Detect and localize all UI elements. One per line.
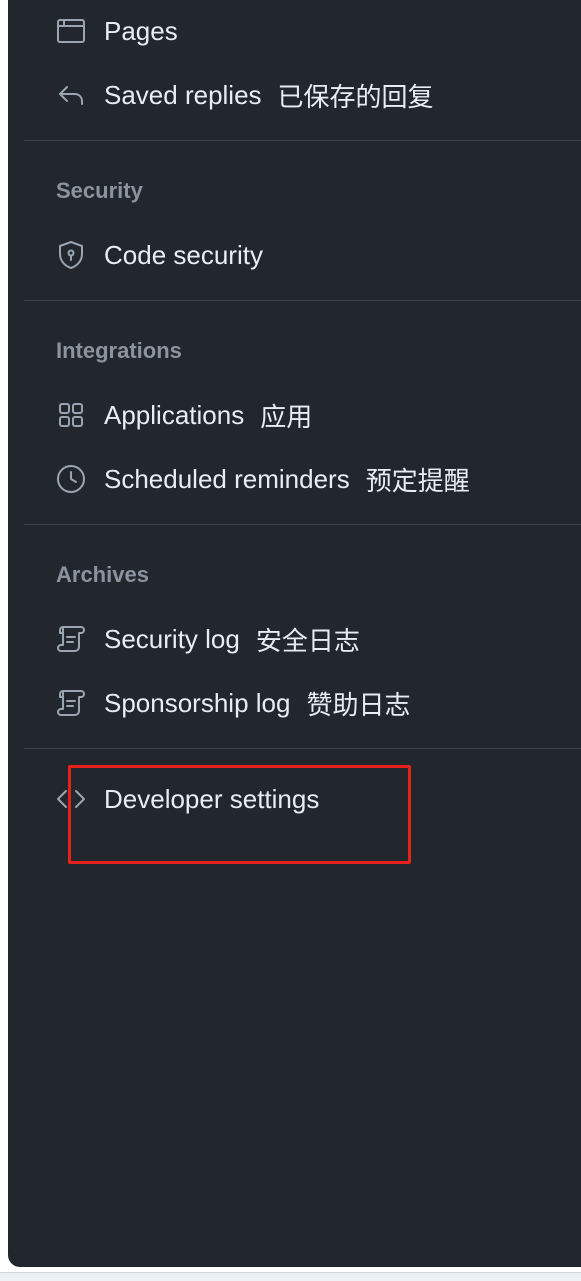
apps-icon xyxy=(54,398,88,432)
sidebar-item-label: Applications xyxy=(104,399,245,430)
divider xyxy=(24,300,581,301)
divider xyxy=(24,524,581,525)
settings-sidebar: Pages Saved replies 已保存的回复 Security Code… xyxy=(8,0,581,1267)
sidebar-item-code-security[interactable]: Code security xyxy=(54,235,263,275)
divider xyxy=(24,140,581,141)
sidebar-item-security-log[interactable]: Security log 安全日志 xyxy=(54,619,360,659)
sidebar-item-saved-replies[interactable]: Saved replies 已保存的回复 xyxy=(54,75,434,115)
sidebar-item-translation: 赞助日志 xyxy=(306,690,411,721)
sidebar-item-label: Sponsorship log xyxy=(104,687,291,718)
log-icon xyxy=(54,686,88,720)
sidebar-item-translation: 预定提醒 xyxy=(365,466,470,497)
sidebar-item-translation: 应用 xyxy=(260,402,313,433)
sidebar-item-translation: 已保存的回复 xyxy=(277,82,434,113)
reply-icon xyxy=(54,78,88,112)
code-icon xyxy=(54,782,88,816)
section-title-security: Security xyxy=(56,178,143,203)
sidebar-item-label: Code security xyxy=(104,239,263,270)
sidebar-item-label: Developer settings xyxy=(104,783,320,814)
sidebar-item-label: Saved replies xyxy=(104,79,262,110)
browser-icon xyxy=(54,14,88,48)
sidebar-item-applications[interactable]: Applications 应用 xyxy=(54,395,312,435)
sidebar-item-scheduled-reminders[interactable]: Scheduled reminders 预定提醒 xyxy=(54,459,470,499)
log-icon xyxy=(54,622,88,656)
clock-icon xyxy=(54,462,88,496)
sidebar-item-label: Pages xyxy=(104,15,178,46)
sidebar-item-label: Security log xyxy=(104,623,240,654)
sidebar-item-label: Scheduled reminders xyxy=(104,463,350,494)
sidebar-item-sponsorship-log[interactable]: Sponsorship log 赞助日志 xyxy=(54,683,410,723)
section-title-integrations: Integrations xyxy=(56,338,182,363)
sidebar-item-developer-settings[interactable]: Developer settings xyxy=(54,779,319,819)
shield-icon xyxy=(54,238,88,272)
section-title-archives: Archives xyxy=(56,562,149,587)
sidebar-item-pages[interactable]: Pages xyxy=(54,11,178,51)
divider xyxy=(24,748,581,749)
sidebar-item-translation: 安全日志 xyxy=(255,626,360,657)
